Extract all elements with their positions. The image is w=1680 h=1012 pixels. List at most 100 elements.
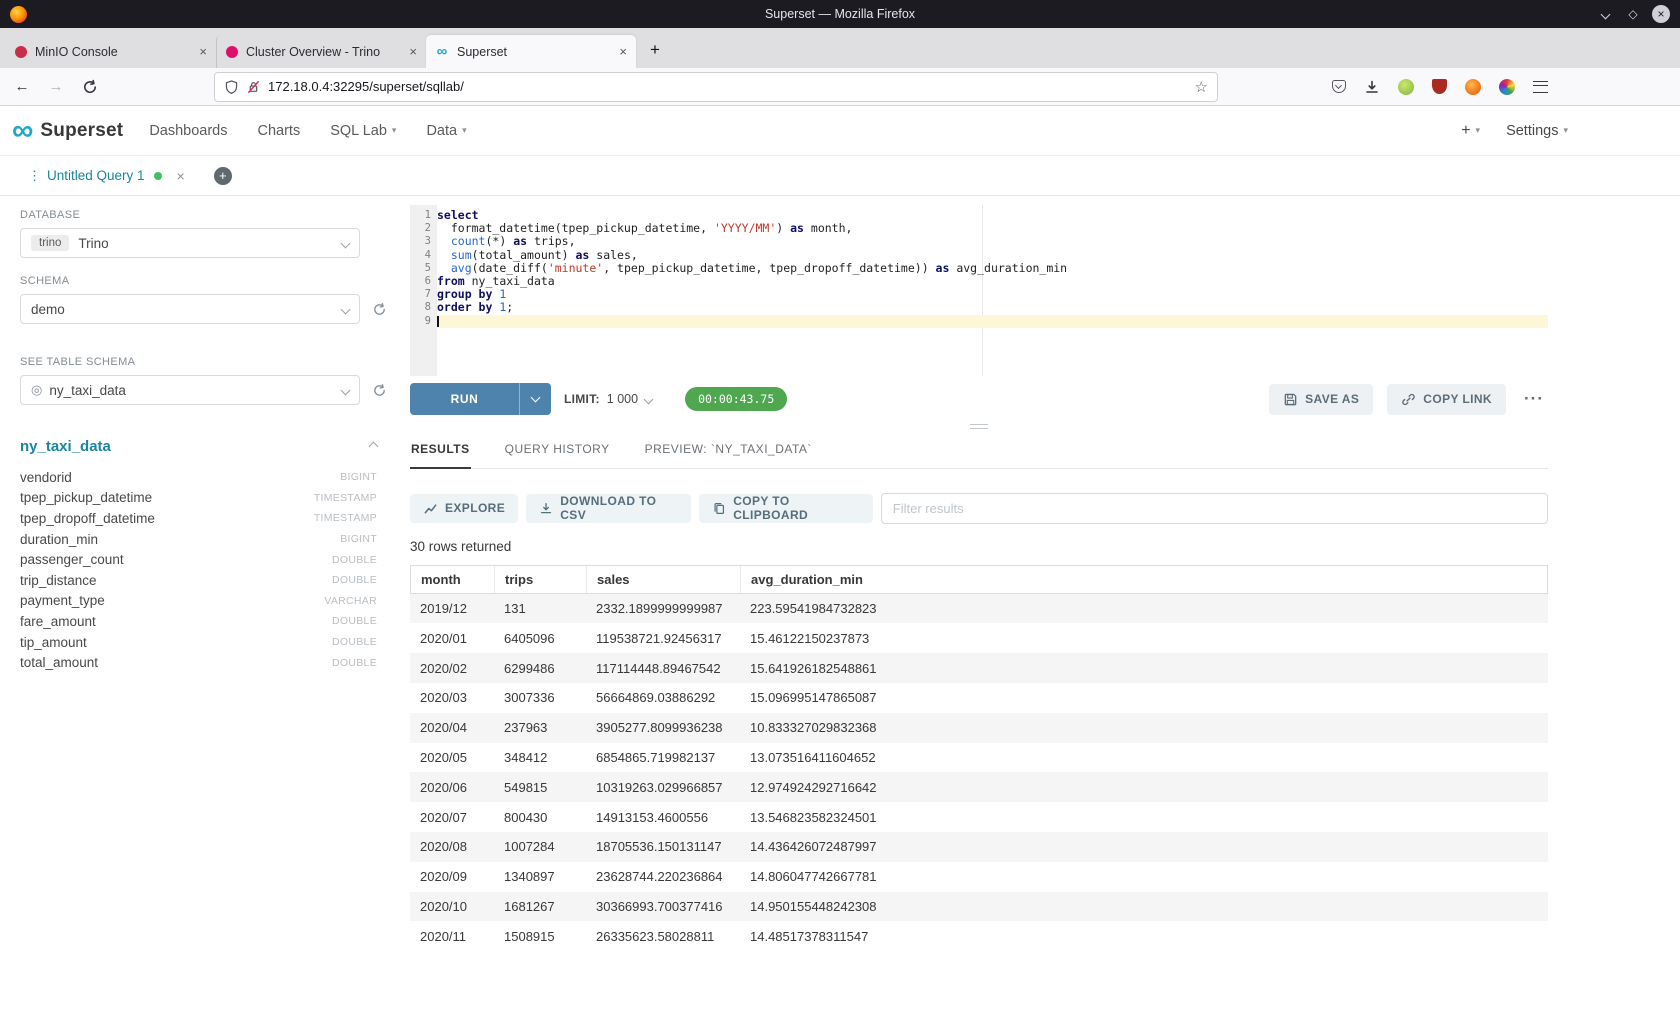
table-select[interactable]: ◎ ny_taxi_data <box>20 375 360 405</box>
table-name-heading[interactable]: ny_taxi_data <box>20 438 111 455</box>
column-header[interactable]: avg_duration_min <box>741 566 1547 593</box>
table-icon: ◎ <box>31 382 42 398</box>
extension-green-icon[interactable] <box>1398 79 1414 95</box>
column-name: passenger_count <box>20 552 124 567</box>
extension-ublock-icon[interactable] <box>1432 79 1447 94</box>
code-line: from ny_taxi_data <box>437 275 1548 288</box>
explore-button[interactable]: EXPLORE <box>410 494 518 523</box>
settings-menu[interactable]: Settings ▾ <box>1506 123 1568 139</box>
editor-code-area[interactable]: select format_datetime(tpep_pickup_datet… <box>437 205 1548 328</box>
superset-logo[interactable]: ∞ Superset <box>12 116 123 146</box>
tab-close-icon[interactable]: × <box>619 44 627 59</box>
tab-close-icon[interactable]: × <box>409 44 417 59</box>
table-cell: 800430 <box>494 810 586 825</box>
table-cell: 2020/02 <box>410 661 494 676</box>
window-minimize-button[interactable] <box>1596 5 1614 23</box>
window-close-button[interactable]: × <box>1652 5 1670 23</box>
code-line: group by 1 <box>437 288 1548 301</box>
window-maximize-button[interactable]: ◇ <box>1624 5 1642 23</box>
results-tabbar: RESULTS QUERY HISTORY PREVIEW: `NY_TAXI_DA… <box>410 437 1548 469</box>
new-item-button[interactable]: + ▾ <box>1461 122 1480 140</box>
table-cell: 549815 <box>494 780 586 795</box>
copy-link-button[interactable]: COPY LINK <box>1387 384 1506 415</box>
nav-item-charts[interactable]: Charts <box>258 123 301 139</box>
forward-button[interactable]: → <box>42 73 70 101</box>
column-type: VARCHAR <box>324 595 377 607</box>
shield-icon[interactable] <box>224 79 239 95</box>
database-select[interactable]: trino Trino <box>20 228 360 258</box>
schema-select[interactable]: demo <box>20 294 360 324</box>
menu-icon[interactable] <box>1533 81 1548 93</box>
browser-tab-minio-console[interactable]: MinIO Console× <box>6 35 216 68</box>
browser-navbar: ← → 172.18.0.4:32295/superset/sqllab/ ☆ <box>0 68 1680 106</box>
results-tab-preview-ny-taxi-data[interactable]: PREVIEW: `NY_TAXI_DATA` <box>644 437 813 468</box>
column-row: payment_typeVARCHAR <box>20 591 377 612</box>
column-header[interactable]: sales <box>587 566 741 593</box>
table-cell: 2332.1899999999987 <box>586 601 740 616</box>
limit-dropdown[interactable]: LIMIT: 1 000 <box>564 392 652 406</box>
table-cell: 18705536.150131147 <box>586 839 740 854</box>
chevron-down-icon <box>341 385 351 395</box>
pocket-icon[interactable] <box>1332 80 1346 93</box>
bookmark-star-icon[interactable]: ☆ <box>1195 78 1208 96</box>
column-row: vendoridBIGINT <box>20 467 377 488</box>
pane-resize-handle[interactable] <box>970 424 988 429</box>
reload-icon <box>82 79 98 95</box>
code-line: order by 1; <box>437 301 1548 314</box>
results-tab-query-history[interactable]: QUERY HISTORY <box>504 437 611 468</box>
table-cell: 14.48517378311547 <box>740 929 1548 944</box>
extension-orange-icon[interactable] <box>1465 79 1481 95</box>
results-header-row: monthtripssalesavg_duration_min <box>410 565 1548 594</box>
line-number: 5 <box>410 262 437 275</box>
back-button[interactable]: ← <box>8 73 36 101</box>
copy-clipboard-button[interactable]: COPY TO CLIPBOARD <box>699 494 873 523</box>
query-tab-label: Untitled Query 1 <box>47 168 145 183</box>
new-tab-button[interactable]: + <box>640 35 670 65</box>
refresh-table-icon[interactable] <box>372 383 387 398</box>
schema-label: SCHEMA <box>20 275 397 287</box>
run-options-caret[interactable] <box>519 383 551 415</box>
collapse-table-icon[interactable] <box>369 442 379 452</box>
reload-button[interactable] <box>76 73 104 101</box>
query-tab[interactable]: ⋮ Untitled Query 1 × <box>28 168 185 184</box>
download-csv-label: DOWNLOAD TO CSV <box>560 494 678 522</box>
nav-item-data[interactable]: Data▾ <box>426 123 466 139</box>
tab-close-icon[interactable]: × <box>199 44 207 59</box>
sql-editor: 123456789 select format_datetime(tpep_pi… <box>410 205 1548 376</box>
text-cursor <box>437 316 439 327</box>
browser-tab-superset[interactable]: ∞Superset× <box>426 35 636 68</box>
more-options-icon[interactable]: ··· <box>1520 389 1548 409</box>
column-row: tpep_dropoff_datetimeTIMESTAMP <box>20 508 377 529</box>
downloads-icon[interactable] <box>1364 79 1380 95</box>
filter-results-input[interactable] <box>881 493 1548 524</box>
insecure-lock-icon[interactable] <box>246 79 261 95</box>
save-as-button[interactable]: SAVE AS <box>1269 384 1373 415</box>
nav-item-dashboards[interactable]: Dashboards <box>149 123 227 139</box>
caret-down-icon: ▾ <box>1563 125 1568 136</box>
query-tab-close-icon[interactable]: × <box>177 168 185 184</box>
refresh-schema-icon[interactable] <box>372 302 387 317</box>
column-type: DOUBLE <box>332 615 377 627</box>
nav-item-sql-lab[interactable]: SQL Lab▾ <box>330 123 396 139</box>
download-csv-button[interactable]: DOWNLOAD TO CSV <box>526 494 691 523</box>
results-tab-results[interactable]: RESULTS <box>410 437 471 469</box>
column-header[interactable]: trips <box>495 566 587 593</box>
table-cell: 2020/08 <box>410 839 494 854</box>
nav-item-label: Charts <box>258 123 301 139</box>
url-bar[interactable]: 172.18.0.4:32295/superset/sqllab/ ☆ <box>214 72 1218 102</box>
chart-line-icon <box>423 501 438 516</box>
copy-link-label: COPY LINK <box>1423 392 1492 406</box>
run-button[interactable]: RUN <box>410 383 519 415</box>
extension-pinwheel-icon[interactable] <box>1499 79 1515 95</box>
tab-title: Cluster Overview - Trino <box>246 45 401 59</box>
browser-tab-cluster-overview-trino[interactable]: Cluster Overview - Trino × <box>216 35 426 68</box>
column-header[interactable]: month <box>411 566 495 593</box>
column-name: trip_distance <box>20 573 97 588</box>
window-titlebar: Superset — Mozilla Firefox ◇ × <box>0 0 1680 28</box>
sqllab-workspace: 123456789 select format_datetime(tpep_pi… <box>410 196 1548 1012</box>
run-button-group: RUN <box>410 383 551 415</box>
table-cell: 117114448.89467542 <box>586 661 740 676</box>
add-query-tab-button[interactable]: + <box>214 167 232 185</box>
table-row: 2020/016405096119538721.9245631715.46122… <box>410 623 1548 653</box>
table-cell: 13.546823582324501 <box>740 810 1548 825</box>
